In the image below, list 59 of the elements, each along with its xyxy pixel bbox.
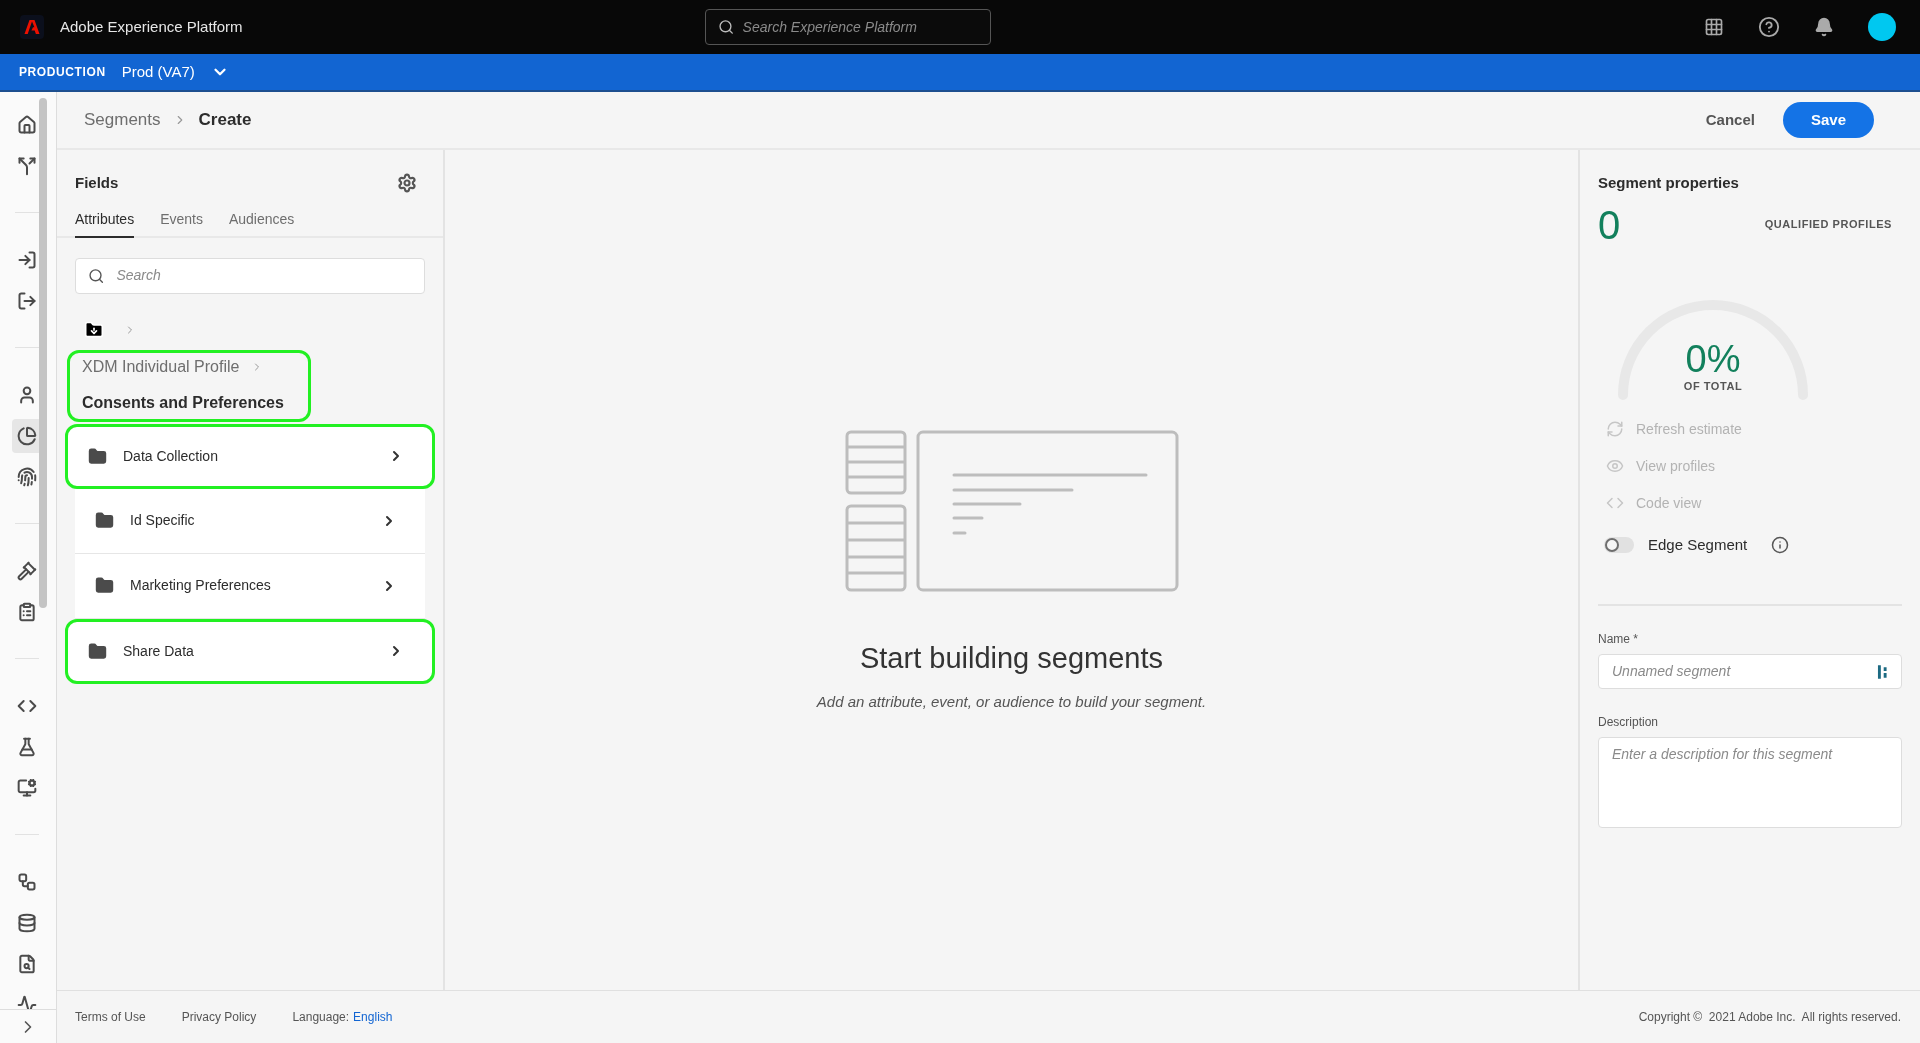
settings-icon[interactable] <box>397 173 417 194</box>
qualified-count: 0 <box>1598 204 1621 245</box>
search-icon <box>88 266 105 285</box>
panel-title: Fields <box>75 173 119 193</box>
percent-label: OF TOTAL <box>1683 378 1743 394</box>
password-manager-icon[interactable] <box>1876 663 1888 680</box>
footer-link[interactable]: Terms of Use <box>75 1008 146 1026</box>
help-icon[interactable] <box>1758 16 1780 38</box>
copyright-text: Copyright © 2021 Adobe Inc. All rights reserved. <box>1638 1009 1901 1026</box>
logo-icon <box>20 15 44 39</box>
folder-icon <box>88 446 107 466</box>
field-group-item[interactable]: Id Specific <box>75 488 425 554</box>
scrollbar-thumb[interactable] <box>39 98 47 608</box>
qualified-label: QUALIFIED PROFILES <box>1764 217 1892 233</box>
avatar[interactable] <box>1868 13 1896 41</box>
path-current: Consents and Preferences <box>82 392 285 413</box>
apps-grid-icon[interactable] <box>1704 17 1724 37</box>
toggle-label: Edge Segment <box>1648 534 1748 555</box>
percent-value: 0% <box>1685 339 1741 378</box>
folder-icon <box>95 511 114 530</box>
edge-segment-toggle[interactable] <box>1604 536 1634 553</box>
field-group-item[interactable]: Marketing Preferences <box>75 553 425 619</box>
field-label: Name * <box>1598 631 1639 648</box>
description-field[interactable]: Enter a description for this segment <box>1598 737 1902 828</box>
folder-icon <box>95 576 114 595</box>
app-title: Adobe Experience Platform <box>60 16 243 37</box>
name-field[interactable]: Unnamed segment <box>1598 654 1902 689</box>
field-group-item[interactable]: Data Collection <box>65 423 435 489</box>
info-icon[interactable] <box>1771 535 1790 554</box>
search-input[interactable]: Search <box>116 265 412 286</box>
search-field[interactable]: Search Experience Platform <box>705 9 992 45</box>
search-icon <box>718 18 735 36</box>
language-label: Language: <box>292 1009 350 1026</box>
eye-icon <box>1606 457 1624 475</box>
empty-state-subtitle: Add an attribute, event, or audience to build your segment. <box>816 691 1207 712</box>
panel-title: Segment properties <box>1598 173 1740 193</box>
breadcrumb-link[interactable]: Segments <box>84 107 161 133</box>
notifications-icon[interactable] <box>1814 17 1834 37</box>
language-link[interactable]: English <box>353 1008 393 1026</box>
folder-icon[interactable] <box>84 319 104 340</box>
tab[interactable]: Attributes <box>75 208 135 238</box>
field-label: Description <box>1598 714 1660 731</box>
folder-icon <box>88 641 107 661</box>
empty-state-title: Start building segments <box>859 641 1164 676</box>
cancel-button[interactable]: Cancel <box>1705 108 1755 132</box>
tab[interactable]: Audiences <box>228 208 295 238</box>
field-group-item[interactable]: Share Data <box>65 618 435 684</box>
breadcrumb-current: Create <box>198 109 252 132</box>
field-search[interactable]: Search <box>75 257 425 294</box>
environment-label: PRODUCTION <box>19 64 106 81</box>
path-link[interactable]: XDM Individual Profile <box>82 354 240 379</box>
name-input[interactable]: Unnamed segment <box>1612 661 1877 682</box>
sandbox-switcher[interactable]: Prod (VA7) <box>121 60 229 84</box>
tab[interactable]: Events <box>160 208 203 238</box>
search-input[interactable]: Search Experience Platform <box>742 16 979 38</box>
refresh-icon <box>1606 420 1624 438</box>
save-button[interactable]: Save <box>1782 102 1874 138</box>
footer-link[interactable]: Privacy Policy <box>181 1008 257 1026</box>
pie-chart-icon[interactable] <box>12 418 42 453</box>
